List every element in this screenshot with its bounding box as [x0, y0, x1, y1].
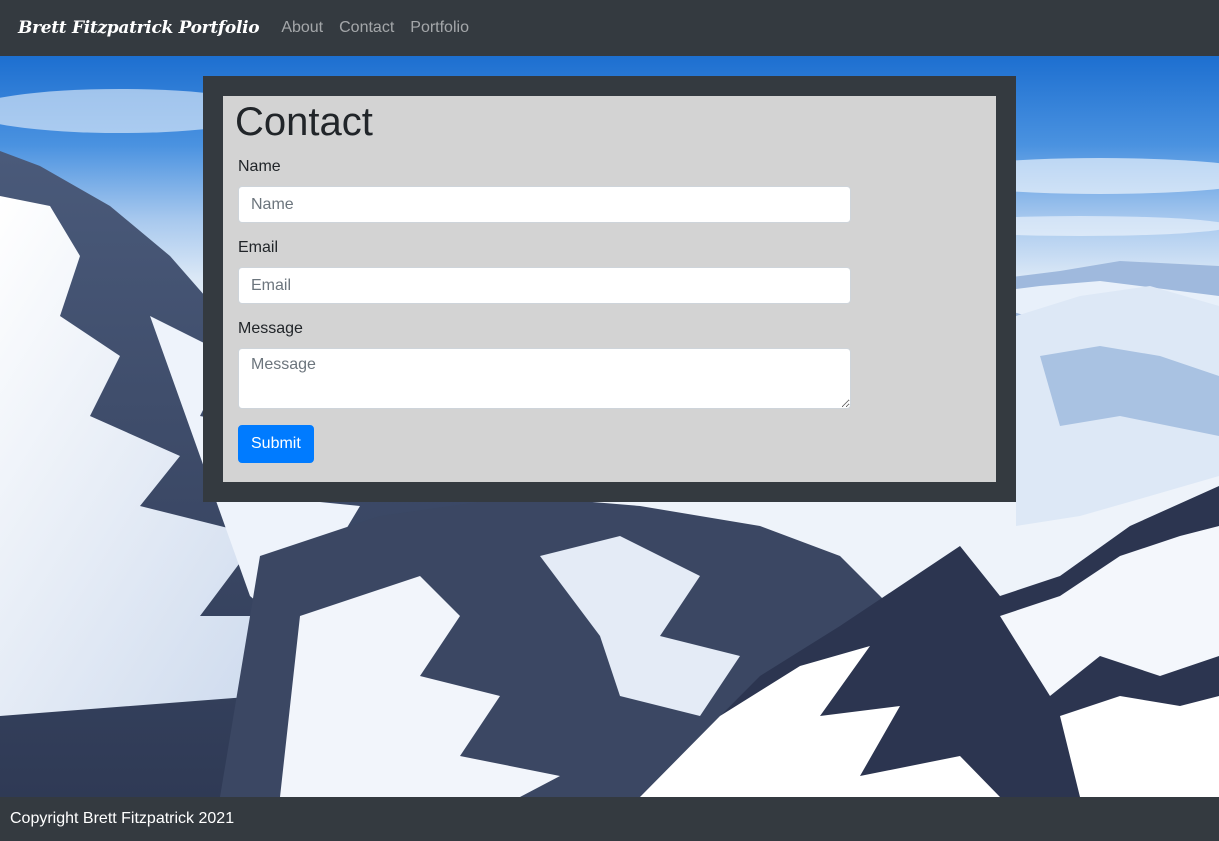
page-title: Contact: [235, 100, 373, 144]
navbar: Brett Fitzpatrick Portfolio About Contac…: [0, 0, 1219, 56]
navbar-brand[interactable]: Brett Fitzpatrick Portfolio: [18, 18, 260, 38]
email-group: Email: [238, 239, 984, 304]
message-field[interactable]: [238, 348, 851, 409]
email-field[interactable]: [238, 267, 851, 304]
contact-card-frame: Contact Name Email Message Submit: [203, 76, 1016, 502]
nav-link-about[interactable]: About: [281, 19, 323, 37]
name-group: Name: [238, 158, 984, 223]
email-label: Email: [238, 239, 279, 256]
submit-button[interactable]: Submit: [238, 425, 314, 463]
watermark-text: fir: [1124, 752, 1159, 790]
message-group: Message: [238, 320, 984, 409]
name-label: Name: [238, 158, 281, 175]
contact-form: Name Email Message Submit: [235, 158, 984, 463]
contact-card: Contact Name Email Message Submit: [223, 96, 996, 482]
nav-link-portfolio[interactable]: Portfolio: [410, 19, 469, 37]
nav-link-contact[interactable]: Contact: [339, 19, 394, 37]
name-field[interactable]: [238, 186, 851, 223]
copyright-text: Copyright Brett Fitzpatrick 2021: [10, 810, 235, 827]
message-label: Message: [238, 320, 303, 337]
footer: Copyright Brett Fitzpatrick 2021: [0, 797, 1219, 841]
nav-links: About Contact Portfolio: [281, 19, 485, 37]
